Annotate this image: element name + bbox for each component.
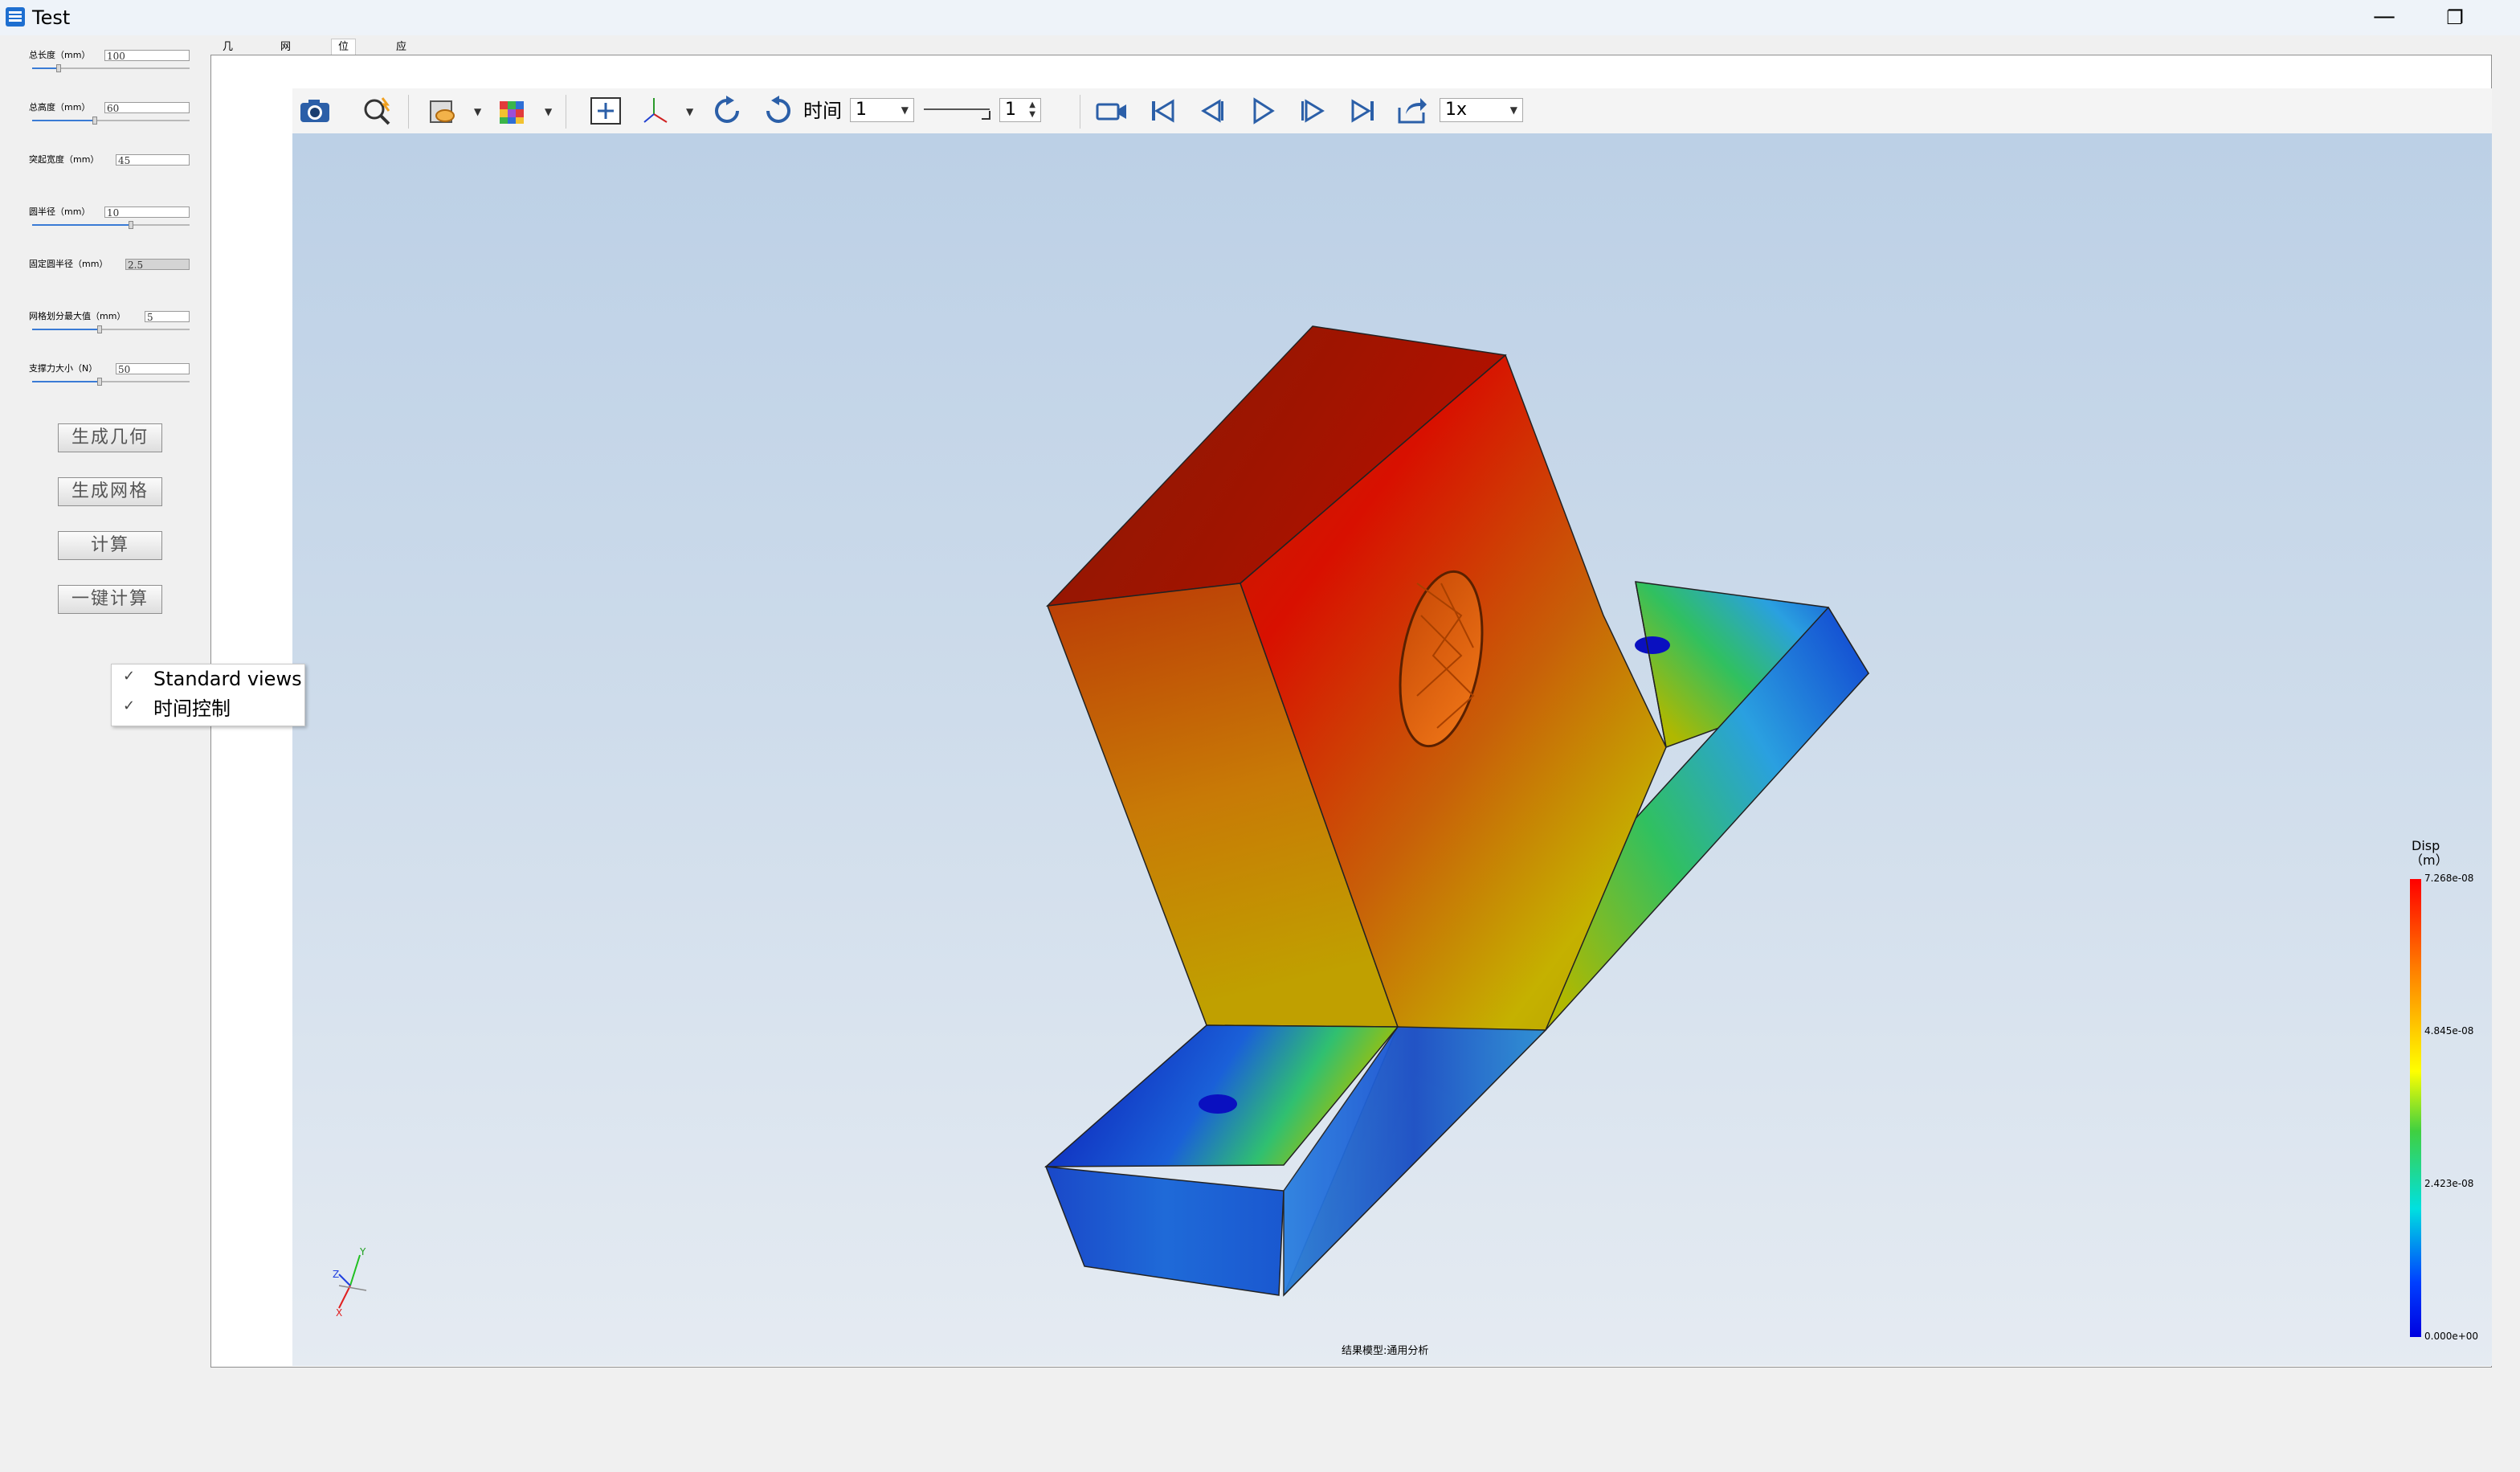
circle-radius-input[interactable]: 10	[104, 206, 190, 219]
section-view-icon[interactable]	[424, 93, 463, 129]
section-dropdown-icon[interactable]: ▼	[474, 106, 481, 117]
viewer-toolbar: ▼ ▼ ▼ 时间 1 ▼ 1 ▲ ▼ 1x ▼	[292, 88, 2492, 134]
support-force-slider-thumb[interactable]	[97, 378, 103, 386]
menu-item-label: 时间控制	[153, 697, 231, 720]
svg-text:Z: Z	[333, 1269, 339, 1280]
legend-title: Disp	[2412, 838, 2440, 853]
support-force-input[interactable]: 50	[116, 363, 190, 375]
fixed-hole-left	[1199, 1094, 1237, 1114]
param-label-mesh-max-size: 网格划分最大值（mm）	[29, 311, 126, 321]
check-icon: ✓	[123, 668, 136, 685]
fixed-hole-right	[1635, 636, 1670, 654]
restore-button[interactable]: ❐	[2432, 2, 2477, 34]
rotate-ccw-icon[interactable]	[758, 93, 797, 129]
total-height-slider-fill	[32, 120, 96, 121]
legend-max: 7.268e-08	[2424, 873, 2474, 884]
minimize-button[interactable]: —	[2362, 2, 2407, 34]
displacement-legend: Disp （m） 7.268e-08 4.845e-08 2.423e-08 0…	[2402, 837, 2482, 1351]
total-length-input[interactable]: 100	[104, 50, 190, 62]
axes-dropdown-icon[interactable]: ▼	[686, 106, 693, 117]
svg-text:X: X	[336, 1307, 342, 1319]
time-select-value: 1	[856, 100, 867, 120]
orientation-triad: Y Z X	[333, 1246, 367, 1319]
camera-icon[interactable]	[296, 93, 334, 129]
prev-frame-icon[interactable]	[1194, 93, 1232, 129]
compute-button[interactable]: 计算	[58, 531, 162, 560]
render-dropdown-icon[interactable]: ▼	[545, 106, 552, 117]
3d-viewport[interactable]: Y Z X	[292, 133, 2492, 1366]
circle-radius-slider-fill	[32, 224, 132, 226]
support-force-slider-fill	[32, 381, 100, 382]
param-label-circle-radius: 圆半径（mm）	[29, 206, 91, 217]
fit-view-icon[interactable]	[586, 93, 625, 129]
zoom-select-icon[interactable]	[358, 93, 397, 129]
check-icon: ✓	[123, 697, 136, 714]
model-status-label: 结果模型:通用分析	[1342, 1345, 1429, 1357]
view-context-menu: ✓ Standard views ✓ 时间控制	[111, 664, 305, 726]
first-frame-icon[interactable]	[1144, 93, 1182, 129]
displacement-contour-model: Y Z X	[333, 325, 1870, 1319]
total-height-input[interactable]: 60	[104, 102, 190, 114]
step-spin-icon: ▲ ▼	[1029, 100, 1035, 119]
tab-geometry[interactable]: 几何图形	[215, 39, 240, 101]
time-slider[interactable]	[921, 100, 993, 124]
menu-item-time-control[interactable]: ✓ 时间控制	[112, 694, 304, 723]
menu-item-standard-views[interactable]: ✓ Standard views	[112, 664, 304, 693]
param-label-support-force: 支撑力大小（N）	[29, 363, 98, 374]
rotate-cw-icon[interactable]	[709, 93, 747, 129]
menu-item-label: Standard views	[153, 668, 302, 690]
export-icon[interactable]	[1393, 93, 1432, 129]
step-spinbox-value: 1	[1005, 100, 1016, 120]
param-label-total-height: 总高度（mm）	[29, 102, 91, 112]
next-frame-icon[interactable]	[1293, 93, 1332, 129]
legend-value-3: 2.423e-08	[2424, 1178, 2474, 1189]
window-title: Test	[32, 6, 71, 29]
time-select[interactable]: 1 ▼	[850, 98, 914, 122]
title-bar: Test — ❐	[0, 0, 2520, 35]
speed-select[interactable]: 1x ▼	[1440, 98, 1523, 122]
mesh-max-size-slider-thumb[interactable]	[97, 325, 103, 333]
param-label-total-length: 总长度（mm）	[29, 50, 91, 60]
time-label: 时间	[803, 100, 842, 122]
render-mode-icon[interactable]	[493, 93, 532, 129]
total-height-slider-thumb[interactable]	[92, 117, 98, 125]
generate-geometry-button[interactable]: 生成几何	[58, 423, 162, 452]
mesh-max-size-slider-fill	[32, 329, 100, 330]
legend-color-bar	[2410, 879, 2421, 1337]
step-spinbox[interactable]: 1 ▲ ▼	[999, 98, 1041, 122]
tab-mesh[interactable]: 网格划分	[273, 39, 298, 101]
axes-view-icon[interactable]	[638, 93, 676, 129]
play-icon[interactable]	[1244, 93, 1282, 129]
total-length-slider-thumb[interactable]	[56, 64, 62, 72]
legend-unit: （m）	[2410, 853, 2449, 868]
svg-text:Y: Y	[359, 1246, 366, 1257]
protrusion-width-input[interactable]: 45	[116, 154, 190, 166]
param-label-protrusion-width: 突起宽度（mm）	[29, 154, 100, 165]
mesh-max-size-input[interactable]: 5	[145, 311, 190, 323]
param-label-fixed-circle-radius: 固定圆半径（mm）	[29, 259, 108, 269]
record-video-icon[interactable]	[1093, 93, 1131, 129]
speed-select-value: 1x	[1445, 100, 1468, 120]
tab-stress[interactable]: 应力云图	[389, 39, 414, 101]
fixed-circle-radius-input: 2.5	[125, 259, 190, 271]
legend-value-2: 4.845e-08	[2424, 1025, 2474, 1037]
speed-select-arrow-icon: ▼	[1509, 104, 1517, 116]
circle-radius-slider-thumb[interactable]	[129, 221, 134, 229]
last-frame-icon[interactable]	[1343, 93, 1382, 129]
tab-displacement[interactable]: 位移云图	[331, 39, 357, 101]
one-click-compute-button[interactable]: 一键计算	[58, 585, 162, 614]
time-select-arrow-icon: ▼	[901, 104, 909, 116]
generate-mesh-button[interactable]: 生成网格	[58, 477, 162, 506]
base-left-front-face	[1044, 1166, 1285, 1296]
app-icon	[6, 7, 25, 27]
legend-min: 0.000e+00	[2424, 1331, 2479, 1342]
total-length-slider-fill	[32, 67, 59, 69]
